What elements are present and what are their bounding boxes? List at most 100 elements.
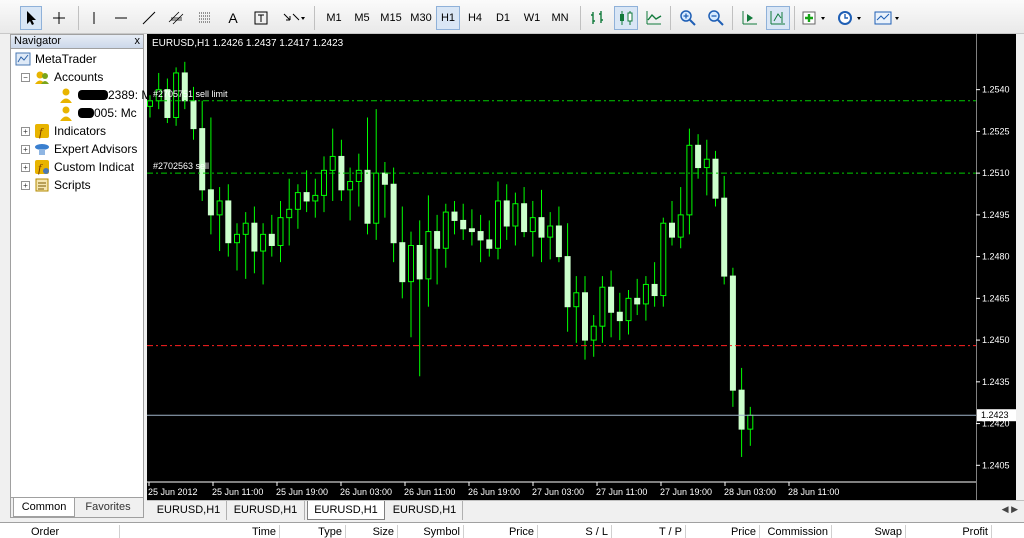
chart-tabs-bar: EURUSD,H1 EURUSD,H1 EURUSD,H1 EURUSD,H1 … bbox=[147, 500, 1024, 520]
nav-item-label: Scripts bbox=[54, 178, 91, 192]
nav-item-accounts[interactable]: − Accounts bbox=[21, 68, 103, 86]
timeframe-m30-button[interactable]: M30 bbox=[406, 6, 436, 30]
candle-body bbox=[234, 233, 240, 244]
cursor-tool-button[interactable] bbox=[20, 6, 42, 30]
candle-body bbox=[355, 169, 362, 182]
chart-symbol-header: EURUSD,H1 1.2426 1.2437 1.2417 1.2423 bbox=[152, 38, 344, 49]
templates-dropdown[interactable] bbox=[872, 6, 904, 30]
crosshair-tool-button[interactable] bbox=[48, 6, 70, 30]
zoom-in-icon bbox=[680, 10, 696, 26]
expand-icon[interactable]: + bbox=[21, 162, 30, 172]
channel-tool-button[interactable] bbox=[166, 6, 188, 30]
candle-body bbox=[677, 214, 684, 238]
candle-body bbox=[660, 222, 667, 297]
auto-scroll-icon bbox=[742, 11, 757, 25]
col-type[interactable]: Type bbox=[280, 525, 346, 538]
candle-body bbox=[634, 297, 641, 305]
col-order[interactable]: Order bbox=[28, 525, 120, 538]
arrows-tool-dropdown[interactable] bbox=[280, 6, 308, 30]
trendline-tool-button[interactable] bbox=[138, 6, 160, 30]
expand-icon[interactable]: + bbox=[21, 126, 30, 136]
nav-item-scripts[interactable]: + Scripts bbox=[21, 176, 91, 194]
time-tick-label: 25 Jun 11:00 bbox=[212, 487, 263, 497]
chart-tab-3[interactable]: EURUSD,H1 bbox=[307, 501, 385, 520]
chart-tab-4[interactable]: EURUSD,H1 bbox=[387, 501, 463, 520]
tab-favorites[interactable]: Favorites bbox=[77, 498, 139, 517]
candle-body bbox=[573, 292, 580, 308]
zoom-out-icon bbox=[708, 10, 724, 26]
zoom-out-button[interactable] bbox=[704, 6, 728, 30]
candle-body bbox=[199, 128, 206, 191]
candlestick-chart-button[interactable] bbox=[614, 6, 638, 30]
candle-body bbox=[260, 233, 267, 252]
timeframe-d1-button[interactable]: D1 bbox=[490, 6, 516, 30]
periods-dropdown[interactable] bbox=[836, 6, 864, 30]
expand-icon[interactable]: + bbox=[21, 144, 30, 154]
candle-body bbox=[312, 194, 319, 202]
timeframe-h4-button[interactable]: H4 bbox=[462, 6, 488, 30]
candle-body bbox=[486, 239, 493, 249]
col-current-price[interactable]: Price bbox=[686, 525, 760, 538]
col-tp[interactable]: T / P bbox=[612, 525, 686, 538]
nav-item-account-1[interactable]: 2389: M bbox=[58, 86, 151, 104]
timeframe-m1-button[interactable]: M1 bbox=[320, 6, 348, 30]
expand-icon[interactable]: + bbox=[21, 180, 30, 190]
col-sl[interactable]: S / L bbox=[538, 525, 612, 538]
nav-item-indicators[interactable]: + f Indicators bbox=[21, 122, 106, 140]
nav-item-metatrader[interactable]: MetaTrader bbox=[15, 50, 97, 68]
expert-advisor-icon bbox=[35, 144, 49, 155]
horizontal-line-tool-button[interactable] bbox=[110, 6, 132, 30]
tab-scroll-arrows[interactable]: ◀ ▶ bbox=[1002, 504, 1018, 515]
navigator-title: Navigator bbox=[14, 35, 62, 47]
candle-body bbox=[555, 225, 562, 258]
account-user-icon bbox=[60, 88, 72, 103]
vertical-line-icon bbox=[93, 12, 95, 24]
time-tick-label: 28 Jun 03:00 bbox=[724, 487, 776, 497]
timeframe-m5-button[interactable]: M5 bbox=[348, 6, 376, 30]
col-symbol[interactable]: Symbol bbox=[398, 525, 464, 538]
timeframe-w1-button[interactable]: W1 bbox=[518, 6, 546, 30]
fibonacci-tool-button[interactable] bbox=[194, 6, 216, 30]
candle-body bbox=[712, 158, 719, 199]
navigator-close-button[interactable]: x bbox=[135, 35, 141, 48]
candle-body bbox=[451, 211, 458, 221]
chart-shift-button[interactable] bbox=[766, 6, 790, 30]
nav-item-account-2[interactable]: 005: Mc bbox=[58, 104, 137, 122]
chart-tab-2[interactable]: EURUSD,H1 bbox=[227, 501, 305, 520]
timeframe-h1-button[interactable]: H1 bbox=[436, 6, 460, 30]
col-swap[interactable]: Swap bbox=[832, 525, 906, 538]
auto-scroll-button[interactable] bbox=[738, 6, 762, 30]
zoom-in-button[interactable] bbox=[676, 6, 700, 30]
nav-item-custom-indicators[interactable]: + f Custom Indicat bbox=[21, 158, 134, 176]
time-tick-label: 25 Jun 19:00 bbox=[276, 487, 328, 497]
nav-item-label: Indicators bbox=[54, 124, 107, 138]
metatrader-icon bbox=[15, 52, 31, 66]
candle-body bbox=[216, 200, 223, 216]
line-chart-button[interactable] bbox=[642, 6, 666, 30]
timeframe-m15-button[interactable]: M15 bbox=[376, 6, 406, 30]
col-commission[interactable]: Commission bbox=[760, 525, 832, 538]
arrows-icon bbox=[283, 13, 305, 21]
candle-body bbox=[512, 203, 519, 227]
col-price[interactable]: Price bbox=[464, 525, 538, 538]
nav-item-expert-advisors[interactable]: + Expert Advisors bbox=[21, 140, 137, 158]
tab-common[interactable]: Common bbox=[13, 498, 75, 517]
indicators-dropdown[interactable] bbox=[800, 6, 830, 30]
time-tick-label: 26 Jun 19:00 bbox=[468, 487, 520, 497]
text-label-tool-button[interactable] bbox=[250, 6, 272, 30]
candle-body bbox=[468, 228, 475, 233]
chart-tab-1[interactable]: EURUSD,H1 bbox=[151, 501, 227, 520]
col-size[interactable]: Size bbox=[346, 525, 398, 538]
price-chart[interactable]: EURUSD,H1 1.2426 1.2437 1.2417 1.2423 #27… bbox=[147, 34, 976, 500]
text-tool-button[interactable]: A bbox=[222, 6, 244, 30]
current-price-label: 1.2423 bbox=[981, 410, 1009, 420]
timeframe-mn-button[interactable]: MN bbox=[546, 6, 574, 30]
collapse-icon[interactable]: − bbox=[21, 72, 30, 82]
horizontal-line-icon bbox=[115, 17, 127, 19]
col-profit[interactable]: Profit bbox=[906, 525, 992, 538]
cursor-icon bbox=[27, 11, 36, 25]
bar-chart-button[interactable] bbox=[586, 6, 610, 30]
col-time[interactable]: Time bbox=[120, 525, 280, 538]
vertical-line-tool-button[interactable] bbox=[84, 6, 104, 30]
scripts-icon bbox=[35, 178, 49, 192]
